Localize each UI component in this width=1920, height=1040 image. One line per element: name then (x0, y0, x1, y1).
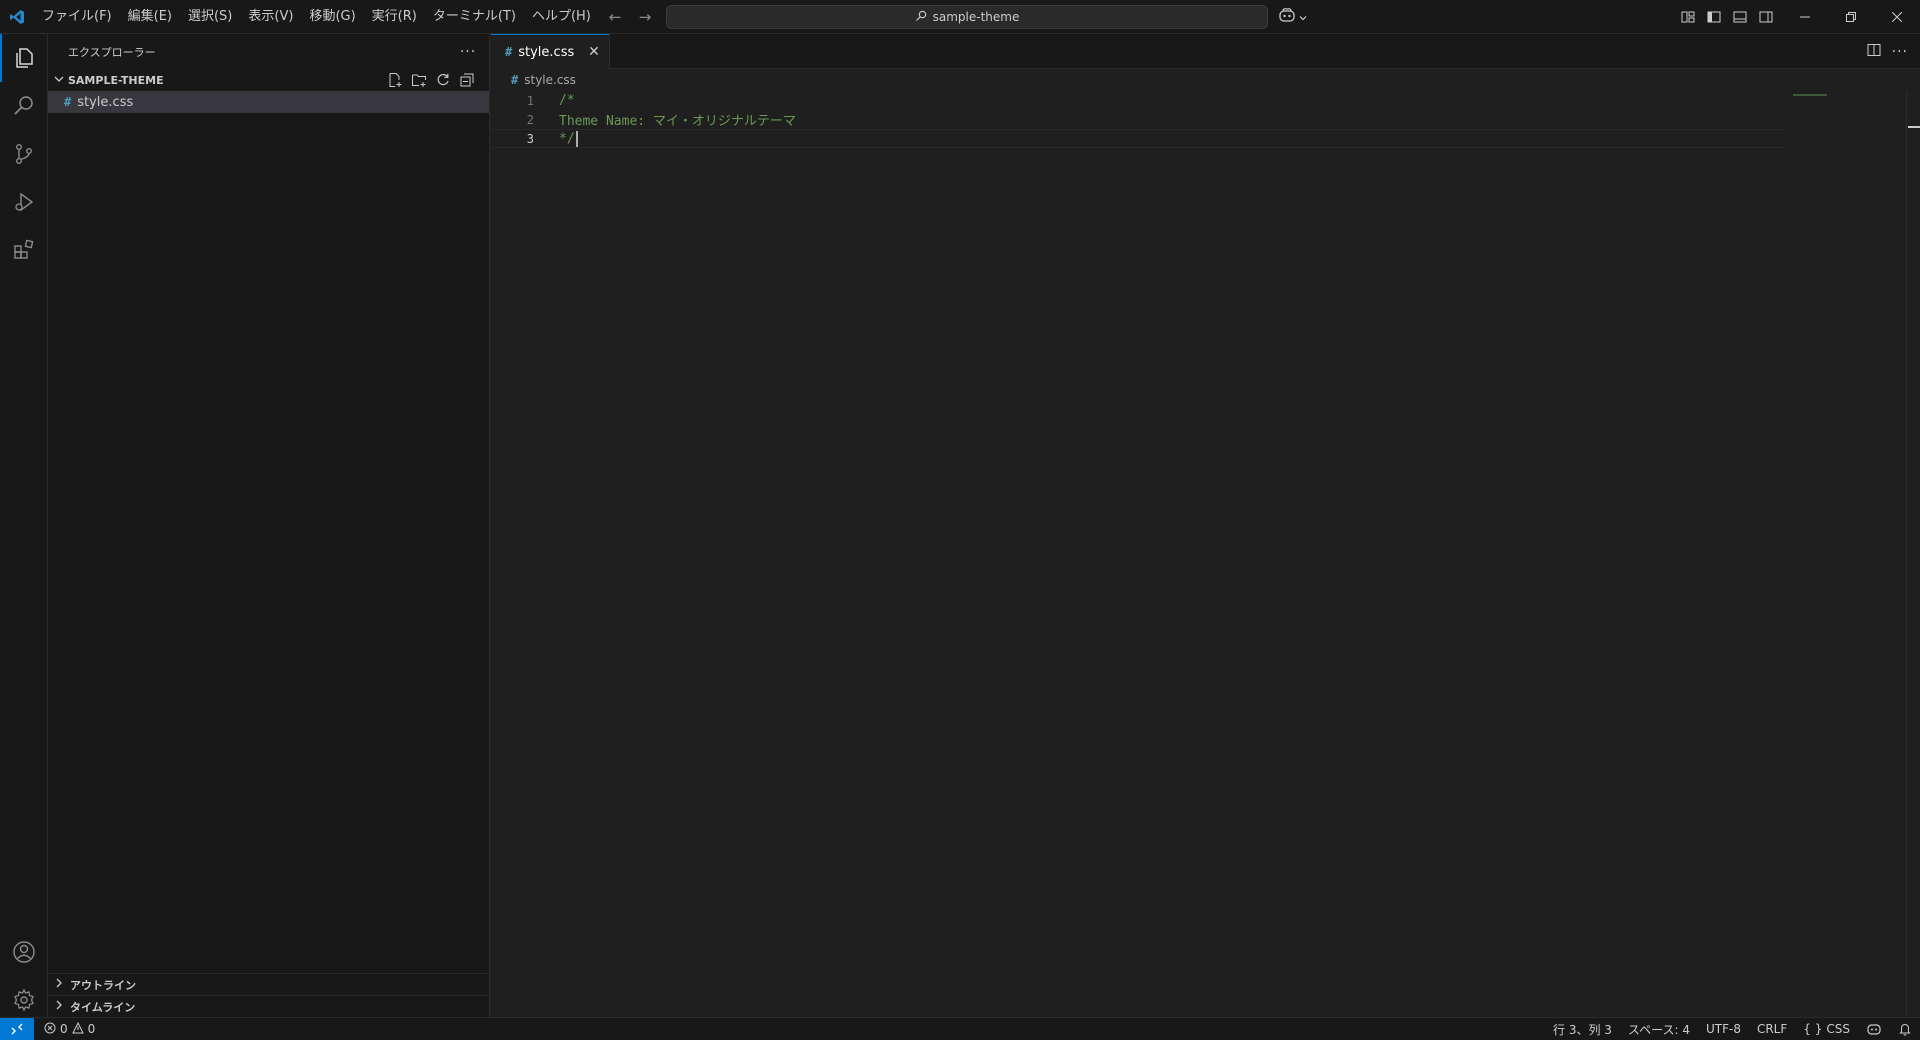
problems-indicator[interactable]: 0 0 (34, 1021, 96, 1037)
copilot-button[interactable] (1278, 5, 1308, 29)
new-folder-icon[interactable] (409, 69, 429, 91)
menu-help[interactable]: ヘルプ(H) (524, 5, 599, 29)
menu-run[interactable]: 実行(R) (364, 5, 425, 29)
more-actions-icon[interactable]: ··· (1892, 44, 1908, 60)
restore-icon[interactable] (1828, 0, 1874, 34)
toggle-panel-icon[interactable] (1730, 5, 1750, 29)
code-line: 2 Theme Name: マイ・オリジナルテーマ (491, 110, 1786, 130)
vscode-logo-icon (0, 0, 34, 34)
vertical-scrollbar[interactable] (1906, 91, 1920, 1017)
cursor-position-indicator (1908, 126, 1920, 128)
outline-label: アウトライン (70, 978, 136, 992)
file-name: style.css (77, 94, 134, 110)
minimize-icon[interactable] (1782, 0, 1828, 34)
explorer-icon[interactable] (0, 34, 48, 82)
css-file-icon: # (64, 95, 72, 109)
extensions-icon[interactable] (0, 226, 48, 274)
line-number: 2 (526, 112, 534, 127)
warning-count: 0 (87, 1022, 96, 1036)
status-bar: 0 0 行 3、列 3 スペース: 4 UTF-8 CRLF { } CSS (0, 1017, 1920, 1040)
cursor-position[interactable]: 行 3、列 3 (1545, 1021, 1620, 1038)
toggle-primary-sidebar-icon[interactable] (1704, 5, 1724, 29)
split-editor-icon[interactable] (1866, 42, 1882, 62)
customize-layout-icon[interactable] (1678, 5, 1698, 29)
menu-selection[interactable]: 選択(S) (180, 5, 240, 29)
error-icon (44, 1022, 56, 1037)
chevron-down-icon (52, 72, 66, 89)
code-line-current: 3 */ (491, 129, 1786, 148)
sidebar-title: エクスプローラー (68, 45, 156, 59)
search-icon (915, 10, 927, 25)
remote-indicator-icon[interactable] (0, 1018, 34, 1040)
menu-bar: ファイル(F) 編集(E) 選択(S) 表示(V) 移動(G) 実行(R) ター… (34, 0, 599, 34)
menu-file[interactable]: ファイル(F) (34, 5, 120, 29)
file-item-style-css[interactable]: # style.css (48, 91, 489, 113)
tab-label: style.css (518, 44, 575, 60)
breadcrumb-file[interactable]: style.css (524, 73, 576, 87)
run-debug-icon[interactable] (0, 178, 48, 226)
menu-edit[interactable]: 編集(E) (120, 5, 180, 29)
new-file-icon[interactable] (385, 69, 405, 91)
warning-icon (71, 1021, 84, 1037)
collapse-all-icon[interactable] (457, 69, 477, 91)
css-file-icon: # (511, 73, 519, 87)
breadcrumb: # style.css (491, 69, 1920, 91)
code-text: /* (559, 93, 575, 108)
language-mode[interactable]: { } CSS (1795, 1022, 1858, 1036)
indentation[interactable]: スペース: 4 (1620, 1021, 1698, 1038)
copilot-icon (1278, 7, 1296, 27)
chevron-right-icon (52, 998, 66, 1015)
folder-section-header[interactable]: SAMPLE-THEME (48, 69, 489, 91)
command-center-text: sample-theme (932, 10, 1020, 24)
css-file-icon: # (505, 45, 513, 59)
copilot-status-icon[interactable] (1858, 1022, 1890, 1036)
more-actions-icon[interactable]: ··· (457, 41, 479, 63)
refresh-icon[interactable] (433, 69, 453, 91)
chevron-down-icon (1298, 8, 1308, 27)
minimap[interactable] (1793, 94, 1827, 96)
account-icon[interactable] (0, 928, 48, 976)
language-label: CSS (1826, 1022, 1850, 1036)
text-cursor (575, 130, 578, 147)
notifications-bell-icon[interactable] (1890, 1022, 1920, 1036)
line-number: 3 (526, 131, 534, 146)
activity-bar (0, 34, 48, 1017)
tab-style-css[interactable]: # style.css ✕ (491, 34, 610, 69)
command-center-search[interactable]: sample-theme (666, 5, 1268, 29)
source-control-icon[interactable] (0, 130, 48, 178)
title-bar: ファイル(F) 編集(E) 選択(S) 表示(V) 移動(G) 実行(R) ター… (0, 0, 1920, 34)
outline-section[interactable]: アウトライン (48, 973, 489, 995)
end-of-line[interactable]: CRLF (1749, 1022, 1795, 1036)
code-editor[interactable]: 1 /* 2 Theme Name: マイ・オリジナルテーマ 3 */ (491, 91, 1920, 1017)
encoding[interactable]: UTF-8 (1698, 1022, 1749, 1036)
braces-icon: { } (1803, 1022, 1823, 1036)
explorer-sidebar: エクスプローラー ··· SAMPLE-THEME # style.css アウ… (48, 34, 490, 1017)
menu-terminal[interactable]: ターミナル(T) (425, 5, 524, 29)
line-number: 1 (526, 93, 534, 108)
close-icon[interactable]: ✕ (585, 43, 603, 61)
chevron-right-icon (52, 976, 66, 993)
code-line: 1 /* (491, 91, 1786, 110)
back-arrow-icon[interactable]: ← (605, 7, 625, 27)
editor-tabs: # style.css ✕ ··· (491, 34, 1920, 69)
sidebar-header: エクスプローラー ··· (48, 34, 489, 69)
timeline-label: タイムライン (70, 1000, 136, 1014)
error-count: 0 (60, 1022, 68, 1036)
folder-name: SAMPLE-THEME (68, 73, 164, 87)
timeline-section[interactable]: タイムライン (48, 995, 489, 1017)
search-activity-icon[interactable] (0, 82, 48, 130)
forward-arrow-icon[interactable]: → (635, 7, 655, 27)
menu-go[interactable]: 移動(G) (301, 5, 363, 29)
code-text: */ (559, 131, 575, 146)
close-window-icon[interactable] (1874, 0, 1920, 34)
menu-view[interactable]: 表示(V) (240, 5, 301, 29)
code-text-wrapper: */ (559, 130, 578, 147)
toggle-secondary-sidebar-icon[interactable] (1756, 5, 1776, 29)
code-text: Theme Name: マイ・オリジナルテーマ (559, 114, 796, 129)
